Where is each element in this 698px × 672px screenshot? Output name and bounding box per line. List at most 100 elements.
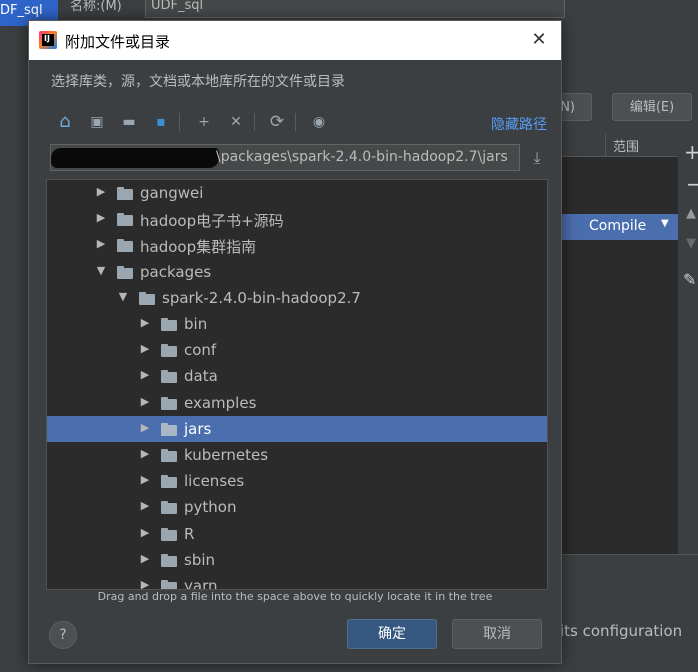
divider (560, 554, 698, 555)
tree-row[interactable]: ▶ bin (47, 311, 547, 337)
desktop-icon[interactable]: ▣ (86, 111, 108, 133)
tree-item-label: sbin (184, 550, 216, 569)
refresh-icon[interactable]: ⟳ (266, 111, 288, 133)
remove-icon[interactable]: − (686, 172, 698, 196)
tree-row[interactable]: ▶ hadoop电子书+源码 (47, 206, 547, 232)
intellij-app-icon: IJ (39, 31, 57, 49)
ok-button[interactable]: 确定 (347, 619, 437, 649)
folder-icon (161, 370, 177, 384)
tree-row[interactable]: ▼ packages (47, 259, 547, 285)
tree-row[interactable]: ▶ data (47, 363, 547, 389)
tree-row[interactable]: ▶ sbin (47, 547, 547, 573)
chevron-right-icon[interactable]: ▶ (139, 395, 151, 408)
tree-row[interactable]: ▶ gangwei (47, 180, 547, 206)
help-button[interactable]: ? (49, 621, 77, 649)
file-chooser-toolbar: ⌂ ▣ ▬ ▪ + ✕ ⟳ ◉ 隐藏路径 (49, 109, 549, 135)
tree-item-label: conf (184, 341, 217, 360)
name-label: 名称:(M) (70, 0, 122, 14)
show-hidden-icon[interactable]: ◉ (308, 111, 330, 133)
folder-icon (117, 187, 133, 200)
dialog-description: 选择库类，源，文档或本地库所在的文件或目录 (51, 74, 345, 90)
folder-icon (161, 344, 177, 358)
tree-item-label: yarn (184, 577, 218, 590)
edit-button[interactable]: 编辑(E) (612, 93, 692, 121)
chevron-right-icon[interactable]: ▶ (139, 579, 151, 590)
new-folder-icon[interactable]: + (193, 111, 215, 133)
tree-item-label: licenses (184, 472, 245, 491)
edit-icon[interactable]: ✎ (683, 270, 696, 289)
dialog-titlebar: IJ 附加文件或目录 ✕ (29, 21, 561, 60)
cancel-button[interactable]: 取消 (452, 619, 542, 649)
chevron-right-icon[interactable]: ▶ (139, 343, 151, 355)
folder-icon (161, 422, 177, 436)
tree-row[interactable]: ▶ R (47, 521, 547, 547)
configuration-text: its configuration (560, 622, 683, 640)
move-up-icon[interactable]: ▲ (686, 206, 696, 221)
tree-item-label: data (184, 367, 218, 386)
tree-row[interactable]: ▶ examples (47, 390, 547, 416)
folder-icon (161, 527, 177, 541)
module-folder-icon[interactable]: ▪ (150, 111, 172, 133)
tree-row[interactable]: ▶ python (47, 494, 547, 520)
download-icon[interactable]: ⤓ (527, 148, 547, 168)
redacted-path-segment (51, 148, 219, 168)
chevron-down-icon[interactable]: ▼ (95, 264, 107, 277)
chevron-right-icon[interactable]: ▶ (95, 238, 107, 250)
chevron-right-icon[interactable]: ▶ (139, 474, 151, 486)
tree-item-label: hadoop集群指南 (140, 238, 257, 257)
tree-row[interactable]: ▶ hadoop集群指南 (47, 232, 547, 258)
tree-row[interactable]: ▶ licenses (47, 468, 547, 494)
chevron-right-icon[interactable]: ▶ (95, 186, 107, 198)
toolbar-separator (179, 113, 180, 131)
scope-select[interactable]: Compile ▼ (561, 214, 679, 240)
chevron-right-icon[interactable]: ▶ (139, 552, 151, 565)
folder-icon (161, 580, 177, 589)
add-icon[interactable]: + (684, 140, 698, 164)
folder-icon (161, 318, 177, 331)
path-text: \packages\spark-2.4.0-bin-hadoop2.7\jars (216, 149, 508, 165)
chevron-down-icon[interactable]: ▼ (117, 290, 129, 303)
scope-header: 范围 (613, 140, 640, 155)
folder-icon (117, 213, 133, 227)
chevron-right-icon[interactable]: ▶ (139, 526, 151, 539)
home-icon[interactable]: ⌂ (54, 111, 76, 133)
path-input[interactable]: \packages\spark-2.4.0-bin-hadoop2.7\jars (50, 144, 520, 171)
tree-item-label: jars (184, 419, 212, 438)
dialog-title: 附加文件或目录 (65, 33, 171, 51)
chevron-right-icon[interactable]: ▶ (139, 421, 151, 434)
table-header: 范围 (561, 134, 679, 157)
close-icon[interactable]: ✕ (527, 29, 551, 53)
tree-row[interactable]: ▶ jars (47, 415, 547, 442)
attach-files-dialog: IJ 附加文件或目录 ✕ 选择库类，源，文档或本地库所在的文件或目录 ⌂ ▣ ▬… (28, 20, 562, 664)
chevron-right-icon[interactable]: ▶ (139, 317, 151, 329)
chevron-right-icon[interactable]: ▶ (95, 212, 107, 224)
file-tree[interactable]: ▶ yarn ▶ sbin ▶ R ▶ python ▶ licenses ▶ kubernetes ▶… (46, 179, 548, 590)
tree-row[interactable]: ▶ kubernetes (47, 442, 547, 468)
folder-icon (161, 449, 177, 462)
dependency-table: 范围 Compile ▼ (560, 134, 679, 554)
tree-item-label: hadoop电子书+源码 (140, 212, 284, 231)
drag-drop-hint: Drag and drop a file into the space abov… (97, 590, 493, 603)
chevron-right-icon[interactable]: ▶ (139, 448, 151, 460)
chevron-right-icon[interactable]: ▶ (139, 500, 151, 512)
tree-item-label: bin (184, 315, 208, 333)
tree-item-label: python (184, 498, 237, 517)
delete-icon[interactable]: ✕ (225, 111, 247, 133)
tree-item-label: kubernetes (184, 446, 269, 464)
hide-path-link[interactable]: 隐藏路径 (491, 114, 547, 134)
project-folder-icon[interactable]: ▬ (118, 111, 140, 133)
scope-value: Compile (589, 218, 647, 234)
tree-item-label: examples (184, 393, 257, 412)
folder-icon (161, 553, 177, 567)
toolbar-separator (254, 113, 255, 131)
name-field[interactable]: UDF_sql (145, 0, 565, 18)
folder-icon (161, 501, 177, 515)
move-down-icon[interactable]: ▼ (686, 236, 696, 251)
tree-row[interactable]: ▼ spark-2.4.0-bin-hadoop2.7 (47, 285, 547, 311)
tree-row[interactable]: ▶ yarn (47, 573, 547, 590)
chevron-right-icon[interactable]: ▶ (139, 369, 151, 381)
tree-row[interactable]: ▶ conf (47, 337, 547, 363)
tree-item-label: gangwei (140, 184, 204, 202)
tree-item-label: spark-2.4.0-bin-hadoop2.7 (162, 288, 361, 307)
folder-icon (161, 475, 177, 489)
